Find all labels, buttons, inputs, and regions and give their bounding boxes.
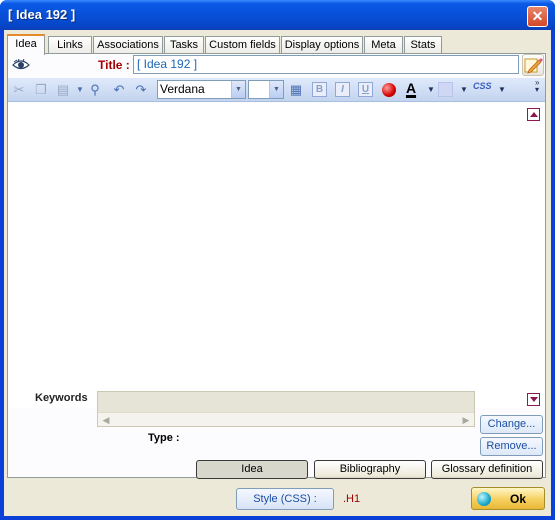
tab-links[interactable]: Links — [48, 36, 92, 54]
keywords-scrollbar[interactable]: ◀ ▶ — [98, 412, 474, 426]
toolbar-overflow-icon[interactable]: » ▾ — [535, 79, 539, 94]
type-idea-button[interactable]: Idea — [196, 460, 308, 479]
type-option-label: Bibliography — [339, 463, 401, 475]
tab-label: Custom fields — [209, 39, 276, 51]
css-label: CSS — [473, 81, 492, 91]
change-label: Change... — [487, 418, 536, 430]
change-keywords-button[interactable]: Change... — [480, 415, 543, 434]
close-icon: ✕ — [531, 8, 544, 24]
redo-icon[interactable]: ↷ — [132, 81, 150, 99]
ok-label: Ok — [510, 492, 527, 506]
undo-icon[interactable]: ↶ — [110, 81, 128, 99]
dialog-footer: Style (CSS) : .H1 Ok — [4, 482, 551, 516]
scroll-down-button[interactable] — [527, 393, 540, 406]
paste-icon[interactable]: ▤ — [54, 81, 72, 99]
chevron-down-icon: ▼ — [269, 81, 283, 98]
copy-icon[interactable]: ❐ — [32, 81, 50, 99]
type-bibliography-button[interactable]: Bibliography — [314, 460, 426, 479]
type-glossary-button[interactable]: Glossary definition — [431, 460, 543, 479]
title-input[interactable]: [ Idea 192 ] — [133, 55, 519, 74]
dialog-window: [ Idea 192 ] ✕ Idea Links Associations T… — [0, 0, 555, 520]
italic-button[interactable]: I — [335, 82, 350, 97]
highlight-dropdown-icon[interactable]: ▼ — [455, 81, 473, 99]
chevron-down-icon: ▼ — [231, 81, 245, 98]
tab-idea[interactable]: Idea — [7, 34, 45, 55]
scroll-right-icon[interactable]: ▶ — [460, 414, 472, 426]
css-button[interactable]: CSS — [473, 81, 492, 91]
type-label: Type : — [148, 432, 180, 444]
scroll-left-icon[interactable]: ◀ — [100, 414, 112, 426]
type-option-label: Idea — [241, 463, 263, 475]
tab-associations[interactable]: Associations — [93, 36, 163, 54]
keywords-label: Keywords — [35, 392, 88, 404]
remove-label: Remove... — [486, 440, 537, 452]
tab-label: Tasks — [169, 39, 199, 51]
dialog-client: Idea Links Associations Tasks Custom fie… — [4, 30, 551, 516]
window-title: [ Idea 192 ] — [8, 7, 76, 22]
rich-text-editor[interactable] — [8, 103, 545, 408]
tab-custom-fields[interactable]: Custom fields — [205, 36, 280, 54]
font-color-icon: A — [405, 80, 417, 96]
title-label: Title : — [98, 58, 130, 72]
tab-label: Meta — [371, 39, 396, 51]
eye-icon[interactable] — [12, 59, 30, 71]
tab-tasks[interactable]: Tasks — [164, 36, 204, 54]
ok-button[interactable]: Ok — [471, 487, 545, 510]
cut-icon[interactable]: ✂ — [10, 81, 28, 99]
tab-meta[interactable]: Meta — [364, 36, 403, 54]
pencil-icon — [524, 58, 543, 74]
scroll-up-button[interactable] — [527, 108, 540, 121]
css-dropdown-icon[interactable]: ▼ — [493, 81, 511, 99]
style-css-label: Style (CSS) : — [253, 493, 317, 505]
underline-button[interactable]: U — [358, 82, 373, 97]
type-option-label: Glossary definition — [441, 463, 533, 475]
close-button[interactable]: ✕ — [527, 6, 548, 27]
ok-status-icon — [477, 492, 491, 506]
triangle-up-icon — [530, 112, 538, 117]
title-bar[interactable]: [ Idea 192 ] ✕ — [0, 0, 555, 30]
title-row: Title : [ Idea 192 ] — [8, 54, 545, 77]
highlight-color-icon[interactable] — [438, 82, 453, 97]
find-icon[interactable]: ⚲ — [86, 81, 104, 99]
edit-title-button[interactable] — [522, 54, 544, 76]
bold-label: B — [315, 84, 324, 95]
tab-label: Stats — [410, 39, 436, 51]
font-name-value: Verdana — [160, 82, 205, 96]
record-icon[interactable] — [382, 83, 396, 97]
triangle-down-icon — [530, 397, 538, 402]
italic-label: I — [341, 84, 344, 95]
font-color-button[interactable]: A — [405, 80, 417, 98]
tab-label: Associations — [97, 39, 159, 51]
underline-label: U — [361, 84, 370, 95]
style-css-button[interactable]: Style (CSS) : — [236, 488, 334, 510]
tab-display-options[interactable]: Display options — [281, 36, 363, 54]
font-size-select[interactable]: ▼ — [248, 80, 284, 99]
keywords-field[interactable]: ◀ ▶ — [97, 391, 475, 427]
insert-table-icon[interactable]: ▦ — [287, 81, 305, 99]
font-name-select[interactable]: Verdana ▼ — [157, 80, 246, 99]
tab-label: Links — [57, 39, 83, 51]
format-toolbar: ✂ ❐ ▤ ▼ ⚲ ↶ ↷ Verdana ▼ ▼ ▦ B I U A ▼ ▼ … — [8, 78, 545, 102]
tab-stats[interactable]: Stats — [404, 36, 442, 54]
style-css-value: .H1 — [343, 493, 361, 505]
bold-button[interactable]: B — [312, 82, 327, 97]
tab-label: Display options — [284, 39, 360, 51]
remove-keywords-button[interactable]: Remove... — [480, 437, 543, 456]
tab-label: Idea — [15, 38, 37, 50]
